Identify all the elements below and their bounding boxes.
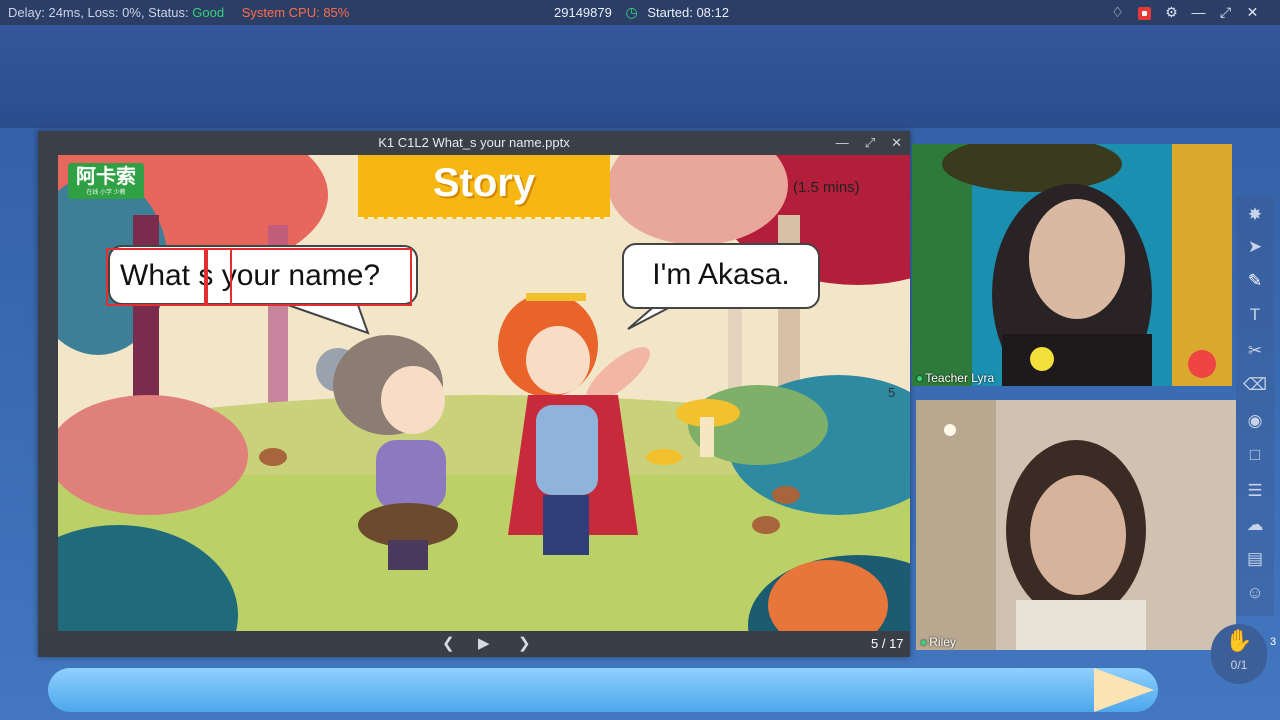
slide-canvas[interactable]: 阿卡索 在线 小学 少教 Story (1.5 mins) What s you… bbox=[58, 155, 910, 631]
status-value: Good bbox=[192, 5, 225, 20]
start-time: Started: 08:12 bbox=[647, 5, 729, 20]
record-icon[interactable] bbox=[1131, 0, 1158, 25]
bird-3 bbox=[752, 516, 780, 534]
annotation-box-phrase bbox=[106, 248, 412, 306]
session-info: 29149879 ◷ Started: 08:12 bbox=[554, 0, 729, 25]
story-title: Story bbox=[432, 161, 536, 205]
presentation-minimize-icon[interactable]: — bbox=[836, 131, 849, 155]
raise-hand-button[interactable]: ✋ 0/1 bbox=[1211, 624, 1267, 684]
side-counter: 3 bbox=[1270, 636, 1277, 648]
lesson-progress-bar bbox=[48, 668, 1158, 712]
hand-icon: ✋ bbox=[1225, 628, 1253, 653]
window-controls: ♢ ⚙ — ⤢ ✕ bbox=[1104, 0, 1266, 25]
top-band bbox=[0, 25, 1280, 128]
text-icon[interactable]: T bbox=[1236, 300, 1274, 330]
character-mouse-face bbox=[381, 366, 445, 434]
student-name: Riley bbox=[929, 635, 956, 649]
laser-pointer-icon[interactable]: ✸ bbox=[1236, 200, 1274, 230]
pen-icon[interactable]: ✎ bbox=[1236, 266, 1274, 296]
character-bunny-crown bbox=[526, 293, 586, 301]
mushroom-stem-1 bbox=[700, 417, 714, 457]
presentation-window-controls: — ⤢ ✕ bbox=[836, 131, 902, 155]
character-bunny-face bbox=[526, 326, 590, 394]
character-bunny-legs bbox=[543, 495, 589, 555]
close-icon[interactable]: ✕ bbox=[1239, 0, 1266, 25]
presentation-window: K1 C1L2 What_s your name.pptx — ⤢ ✕ 阿卡索 … bbox=[38, 131, 910, 657]
akaso-logo: 阿卡索 在线 小学 少教 bbox=[68, 163, 144, 199]
users-icon[interactable]: ☺ bbox=[1236, 578, 1274, 608]
teacher-name-label: ● Teacher Lyra bbox=[916, 370, 994, 386]
teacher-name: Teacher Lyra bbox=[925, 371, 995, 385]
cloud-icon[interactable]: ☁ bbox=[1236, 510, 1274, 540]
raise-hand-count: 0/1 bbox=[1230, 658, 1248, 672]
select-arrow-icon[interactable]: ➤ bbox=[1236, 232, 1274, 262]
speech-bubble-answer: I'm Akasa. bbox=[622, 243, 820, 309]
teacher-video-frame bbox=[912, 144, 1232, 386]
drawing-toolbar: ✸ ➤ ✎ T ✂ ⌫ ◉ □ ☰ ☁ ▤ ☺ bbox=[1236, 196, 1274, 616]
presentation-title: K1 C1L2 What_s your name.pptx bbox=[378, 135, 570, 150]
play-icon[interactable]: ▶ bbox=[478, 631, 490, 657]
mushroom-cap-2 bbox=[646, 449, 682, 465]
logo-text: 阿卡索 bbox=[76, 166, 136, 188]
character-bunny-body bbox=[536, 405, 598, 495]
duration-label: (1.5 mins) bbox=[793, 179, 860, 196]
clock-icon: ◷ bbox=[625, 4, 638, 20]
page-counter: 5 / 17 bbox=[871, 636, 904, 651]
presentation-footer: ❮ ▶ ❯ 5 / 17 bbox=[38, 631, 910, 657]
progress-pencil-tip bbox=[1094, 668, 1154, 712]
character-mouse-legs bbox=[388, 540, 428, 570]
gear-icon[interactable]: ⚙ bbox=[1158, 0, 1185, 25]
restore-icon[interactable]: ⤢ bbox=[1212, 0, 1239, 25]
slide-corner-number: 5 bbox=[888, 385, 896, 400]
student-name-label: ● Riley bbox=[920, 634, 956, 650]
minimize-icon[interactable]: — bbox=[1185, 0, 1212, 25]
answer-text: I'm Akasa. bbox=[652, 258, 790, 291]
prev-slide-icon[interactable]: ❮ bbox=[442, 631, 455, 657]
microphone-icon: ● bbox=[920, 635, 928, 649]
chat-icon[interactable]: ☰ bbox=[1236, 476, 1274, 506]
room-id: 29149879 bbox=[554, 5, 612, 20]
story-banner: Story bbox=[358, 155, 610, 219]
status-bar: Delay: 24ms, Loss: 0%, Status: Good Syst… bbox=[0, 0, 1280, 25]
next-slide-icon[interactable]: ❯ bbox=[518, 631, 531, 657]
connection-status: Delay: 24ms, Loss: 0%, Status: Good Syst… bbox=[8, 0, 349, 25]
student-video-frame bbox=[916, 400, 1236, 650]
presentation-fullscreen-icon[interactable]: ⤢ bbox=[865, 131, 875, 155]
scissors-icon[interactable]: ✂ bbox=[1236, 336, 1274, 366]
teacher-video[interactable]: ● Teacher Lyra bbox=[912, 144, 1232, 386]
bird-2 bbox=[772, 486, 800, 504]
slide-illustration bbox=[58, 155, 910, 631]
trash-icon[interactable]: ⌫ bbox=[1236, 370, 1274, 400]
edit-board-icon[interactable]: □ bbox=[1236, 440, 1274, 470]
delay-text: Delay: 24ms, Loss: 0%, Status: bbox=[8, 5, 189, 20]
presentation-close-icon[interactable]: ✕ bbox=[891, 131, 902, 155]
bird-1 bbox=[259, 448, 287, 466]
toolbox-icon[interactable]: ▤ bbox=[1236, 544, 1274, 574]
cpu-usage: System CPU: 85% bbox=[241, 5, 350, 20]
bell-icon[interactable]: ♢ bbox=[1104, 0, 1131, 25]
character-mouse-body bbox=[376, 440, 446, 510]
spotlight-icon[interactable]: ◉ bbox=[1236, 406, 1274, 436]
logo-subtitle: 在线 小学 少教 bbox=[86, 190, 126, 196]
microphone-icon: ● bbox=[916, 371, 924, 385]
student-video[interactable]: ● Riley bbox=[916, 400, 1236, 650]
